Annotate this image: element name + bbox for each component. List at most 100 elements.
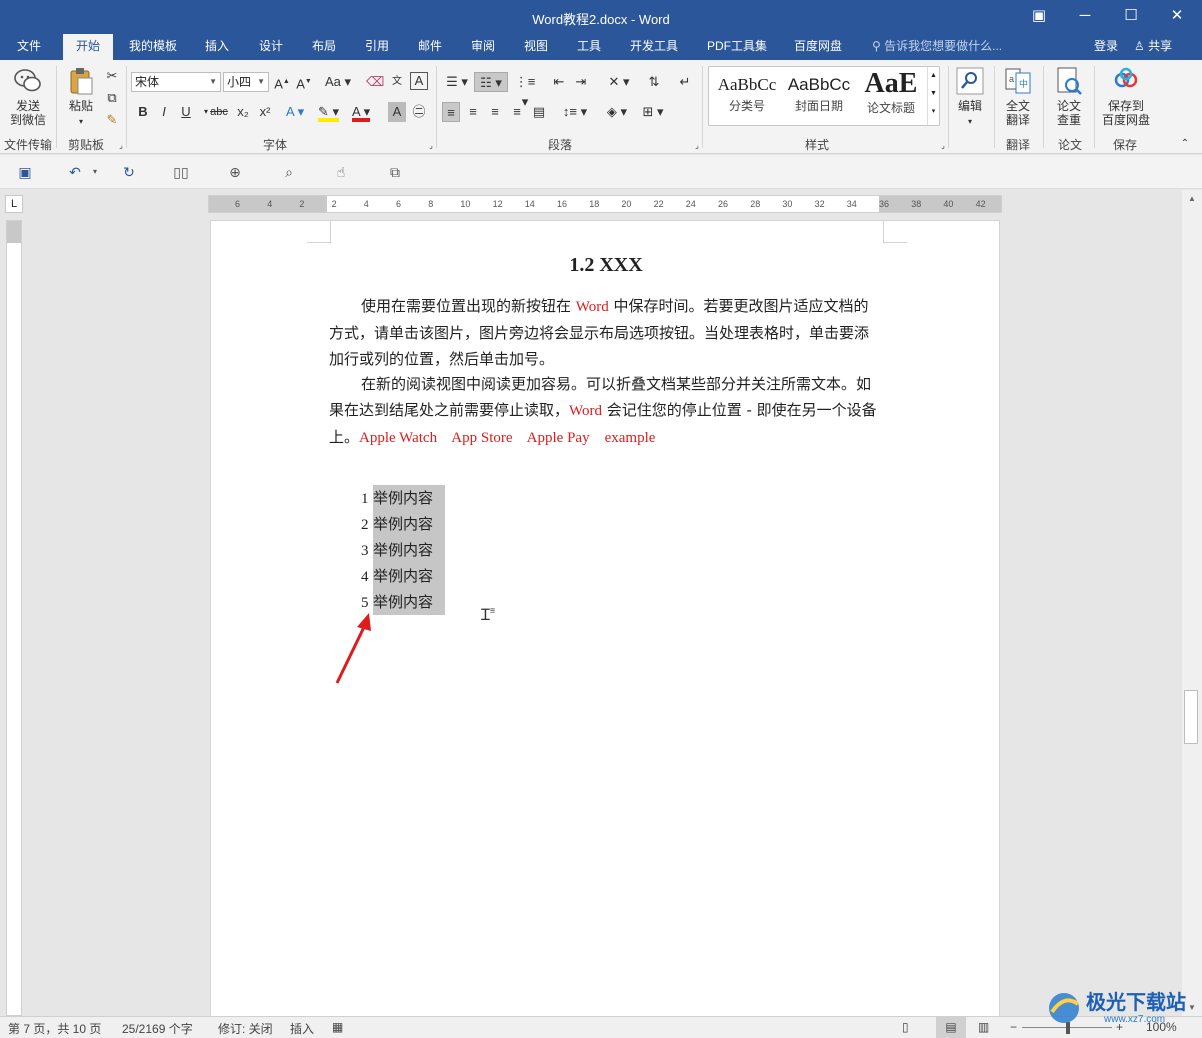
cut-icon[interactable]: ✂ (103, 66, 121, 86)
word-count[interactable]: 25/2169 个字 (122, 1020, 193, 1037)
tab-file[interactable]: 文件 (0, 34, 58, 60)
track-changes-status[interactable]: 修订: 关闭 (218, 1020, 273, 1037)
tab-selector[interactable]: L (5, 195, 23, 213)
multilevel-list-icon[interactable]: ⋮≡ ▾ (510, 72, 540, 109)
paragraph-launcher-icon[interactable]: ⌟ (688, 136, 706, 156)
full-translate-button[interactable]: a中 全文 翻译 (999, 66, 1037, 127)
align-center-button[interactable]: ≡ (464, 102, 482, 122)
login-button[interactable]: 登录 (1094, 34, 1118, 58)
font-size-combo[interactable]: 小四 ▼ (223, 72, 269, 92)
document-page[interactable]: 1.2 XXX 使用在需要位置出现的新按钮在 Word 中保存时间。若要更改图片… (210, 220, 1000, 1020)
subscript-button[interactable]: x₂ (234, 102, 252, 122)
collapse-ribbon-icon[interactable]: ⌃ (1176, 134, 1194, 154)
align-right-button[interactable]: ≡ (486, 102, 504, 122)
tab-pdf-tools[interactable]: PDF工具集 (698, 34, 776, 60)
styles-scroll[interactable]: ▲ ▼ ▾ (927, 67, 939, 125)
phonetic-guide-icon[interactable]: 文 (388, 72, 406, 92)
decrease-indent-icon[interactable]: ⇤ (550, 72, 568, 92)
save-to-baidu-button[interactable]: 保存到 百度网盘 (1098, 66, 1154, 127)
read-mode-view-icon[interactable]: ▯ (902, 1020, 909, 1034)
grow-font-icon[interactable]: A▲ (273, 72, 291, 92)
format-painter-icon[interactable]: ✎ (103, 110, 121, 130)
p2-red-terms: Apple Watch App Store Apple Pay example (359, 430, 656, 446)
highlight-color-icon[interactable]: ✎ ▾ (318, 102, 340, 122)
paper-check-button[interactable]: 论文 查重 (1050, 66, 1088, 127)
styles-launcher-icon[interactable]: ⌟ (934, 136, 952, 156)
share-button[interactable]: ♙ 共享 (1134, 34, 1198, 58)
vertical-scrollbar[interactable]: ▲ ▼ (1182, 190, 1202, 1016)
strikethrough-button[interactable]: abc (210, 102, 228, 122)
numbering-icon[interactable]: ☷ ▾ (474, 72, 508, 92)
insert-mode[interactable]: 插入 (290, 1020, 314, 1037)
enclose-characters-icon[interactable]: ㊁ (410, 102, 428, 122)
tab-references[interactable]: 引用 (354, 34, 400, 60)
paste-button[interactable]: 粘贴 ▾ (62, 66, 100, 129)
redo-icon[interactable]: ↻ (118, 162, 140, 182)
print-layout-view-icon[interactable]: ▤ (936, 1017, 966, 1038)
bold-button[interactable]: B (134, 102, 152, 122)
sort-icon[interactable]: ⇅ (645, 72, 663, 92)
italic-button[interactable]: I (155, 102, 173, 122)
send-to-wechat-button[interactable]: 发送 到微信 (6, 66, 50, 127)
customize-toolbar-icon[interactable]: ⧉ (384, 162, 406, 182)
clear-format-icon[interactable]: ⌫ (366, 72, 384, 92)
tell-me-search[interactable]: ⚲ 告诉我您想要做什么... (872, 34, 1002, 60)
minimize-button[interactable]: ─ (1062, 0, 1108, 34)
web-layout-icon[interactable]: ⊕ (224, 162, 246, 182)
underline-button[interactable]: U (177, 102, 195, 122)
tab-layout[interactable]: 布局 (301, 34, 347, 60)
increase-indent-icon[interactable]: ⇥ (572, 72, 590, 92)
font-launcher-icon[interactable]: ⌟ (422, 136, 440, 156)
tab-baidu-pan[interactable]: 百度网盘 (784, 34, 852, 60)
zoom-out-icon[interactable]: − (1010, 1020, 1017, 1034)
bullets-icon[interactable]: ☰ ▾ (442, 72, 472, 92)
chinese-layout-icon[interactable]: ✕ ▾ (604, 72, 634, 92)
undo-dropdown-icon[interactable]: ▾ (84, 162, 106, 182)
maximize-button[interactable]: ☐ (1108, 0, 1154, 34)
page-count[interactable]: 第 7 页，共 10 页 (8, 1020, 101, 1037)
distributed-button[interactable]: ▤ (530, 102, 548, 122)
close-button[interactable]: ✕ (1154, 0, 1200, 34)
line-spacing-icon[interactable]: ↕≡ ▾ (560, 102, 590, 122)
horizontal-ruler[interactable]: 6 4 2 2 4 6 8 10 12 14 16 18 20 22 24 26 28 30 32 34 36 38 40 4… (208, 195, 1002, 213)
superscript-button[interactable]: x² (256, 102, 274, 122)
macro-icon[interactable]: ▦ (332, 1020, 343, 1034)
show-marks-icon[interactable]: ↵ (676, 72, 694, 92)
style-cover-date[interactable]: AaBbCc 封面日期 (783, 67, 855, 125)
character-shading-icon[interactable]: A (388, 102, 406, 122)
tab-developer[interactable]: 开发工具 (620, 34, 688, 60)
text-effects-icon[interactable]: A ▾ (286, 102, 304, 122)
shrink-font-icon[interactable]: A▼ (295, 72, 313, 92)
web-layout-view-icon[interactable]: ▥ (978, 1020, 989, 1034)
font-name-combo[interactable]: 宋体 ▼ (131, 72, 221, 92)
scroll-up-icon[interactable]: ▲ (1182, 194, 1202, 203)
edit-button[interactable]: 编辑 ▾ (953, 66, 987, 129)
tab-my-templates[interactable]: 我的模板 (118, 34, 188, 60)
ribbon-display-options-icon[interactable]: ▣ (1016, 0, 1062, 34)
justify-button[interactable]: ≡ (508, 102, 526, 122)
scrollbar-thumb[interactable] (1184, 690, 1198, 744)
tab-home[interactable]: 开始 (63, 34, 113, 61)
tab-insert[interactable]: 插入 (194, 34, 240, 60)
touch-mode-icon[interactable]: ☝ (330, 162, 352, 182)
tab-review[interactable]: 审阅 (460, 34, 506, 60)
borders-icon[interactable]: ⊞ ▾ (638, 102, 668, 122)
shading-icon[interactable]: ◈ ▾ (602, 102, 632, 122)
read-mode-icon[interactable]: ▯▯ (170, 162, 192, 182)
align-left-button[interactable]: ≡ (442, 102, 460, 122)
font-color-icon[interactable]: A ▾ (352, 102, 371, 122)
character-border-icon[interactable]: A (410, 72, 428, 90)
tab-mailings[interactable]: 邮件 (407, 34, 453, 60)
style-classification[interactable]: AaBbCc 分类号 (711, 67, 783, 125)
tab-tools[interactable]: 工具 (566, 34, 612, 60)
undo-icon[interactable]: ↶ (64, 162, 86, 182)
tab-design[interactable]: 设计 (248, 34, 294, 60)
clipboard-launcher-icon[interactable]: ⌟ (112, 136, 130, 156)
tab-view[interactable]: 视图 (513, 34, 559, 60)
change-case-button[interactable]: Aa ▾ (323, 72, 353, 92)
vertical-ruler[interactable] (6, 220, 22, 1016)
copy-icon[interactable]: ⧉ (103, 88, 121, 108)
save-icon[interactable]: ▣ (14, 162, 36, 182)
print-preview-icon[interactable]: ⌕ (278, 162, 300, 182)
style-paper-title[interactable]: AaE 论文标题 (855, 67, 927, 125)
